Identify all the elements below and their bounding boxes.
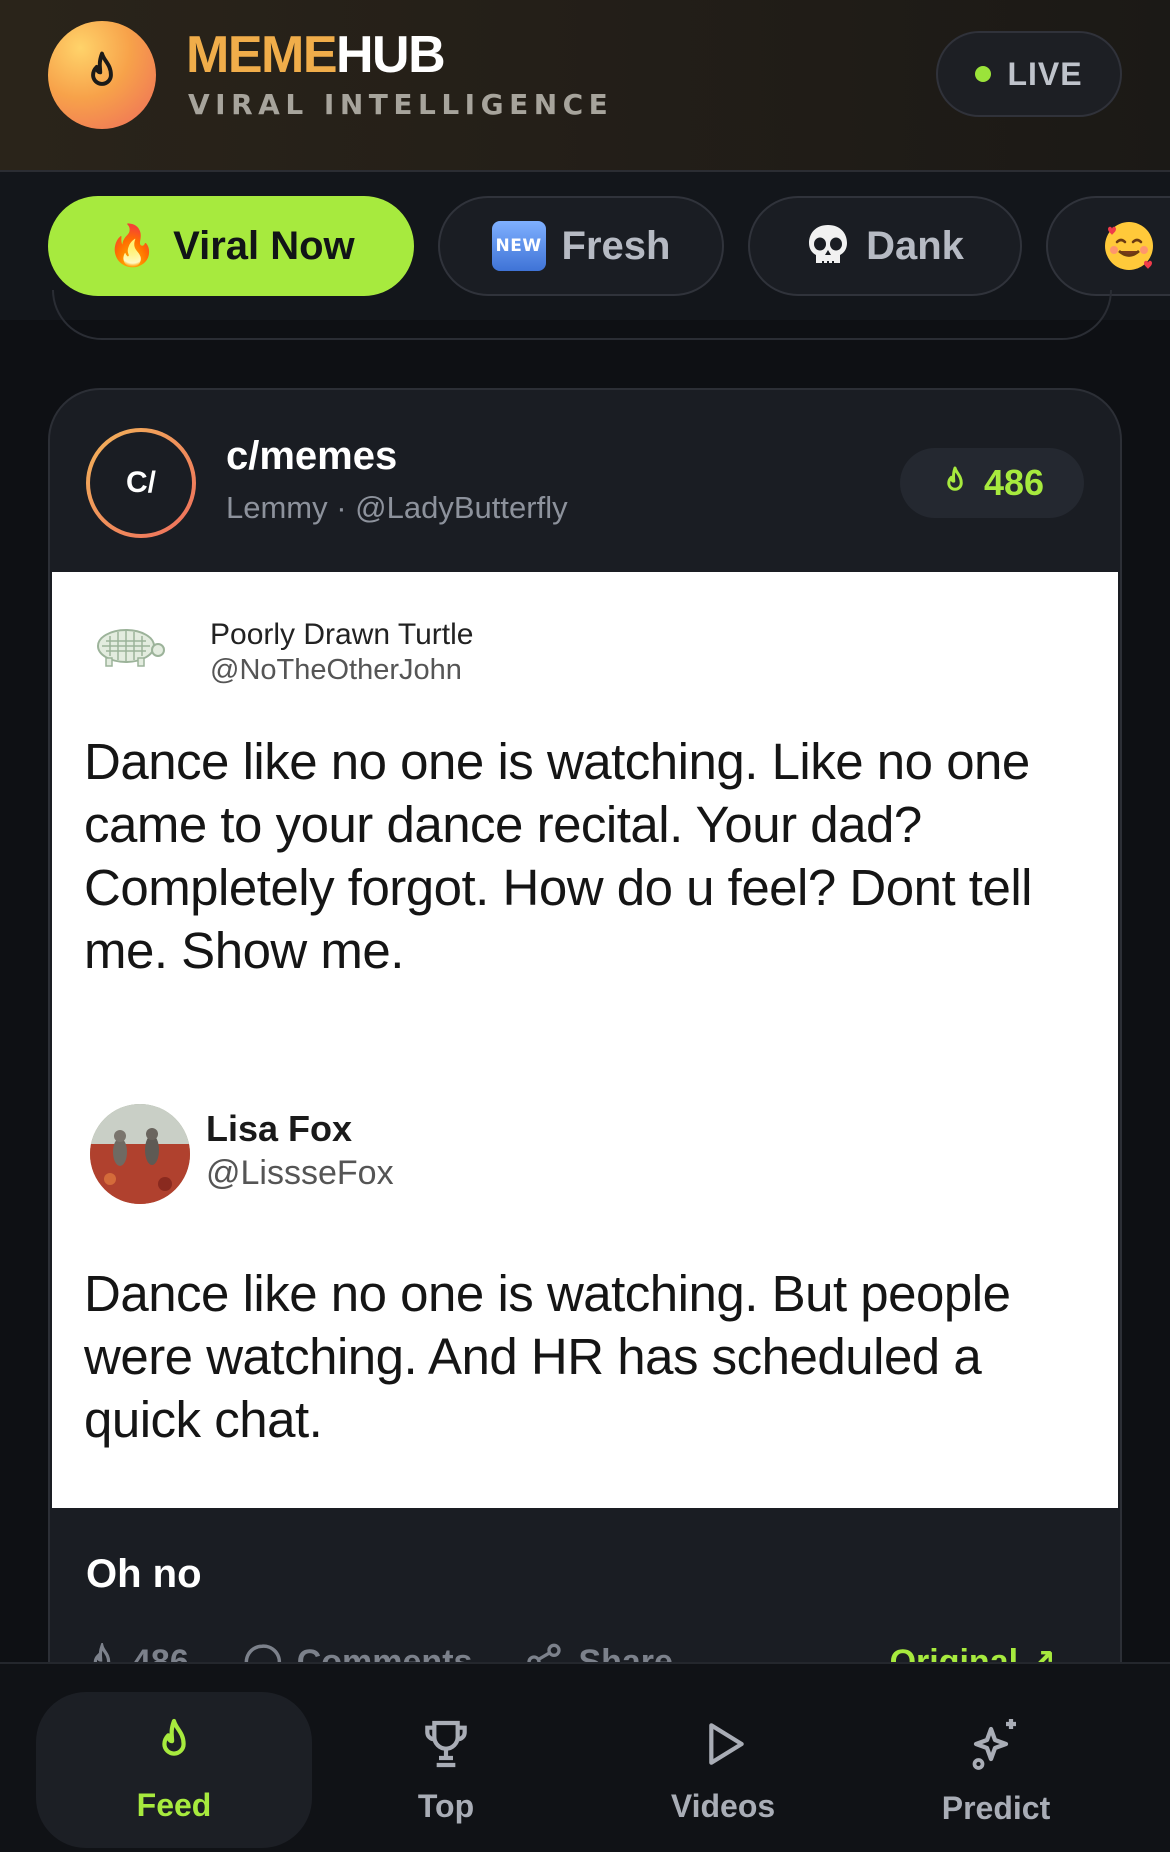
tab-viral-now[interactable]: 🔥 Viral Now bbox=[48, 196, 414, 296]
tweet2-text: Dance like no one is watching. But peopl… bbox=[84, 1265, 1011, 1448]
tweet1-author-name: Poorly Drawn Turtle bbox=[210, 618, 474, 651]
post-header: C/ c/memes Lemmy · @LadyButterfly 486 bbox=[50, 390, 1120, 572]
nav-videos[interactable]: Videos bbox=[585, 1692, 861, 1848]
live-indicator[interactable]: LIVE bbox=[936, 31, 1122, 117]
skull-icon bbox=[809, 225, 848, 267]
flame-icon bbox=[947, 466, 963, 491]
flame-icon bbox=[91, 51, 113, 86]
community-avatar-label: C/ bbox=[90, 432, 192, 534]
app-screen: MEMEHUB VIRAL INTELLIGENCE LIVE 🔥 Viral … bbox=[0, 0, 1170, 1852]
nav-top[interactable]: Top bbox=[308, 1692, 584, 1848]
tab-label: Fresh bbox=[561, 223, 671, 268]
nav-label: Videos bbox=[670, 1787, 776, 1824]
app-logo[interactable] bbox=[48, 21, 156, 129]
tweet2-author-handle: @LissseFox bbox=[206, 1154, 394, 1192]
tab-label: Dank bbox=[866, 223, 964, 268]
live-dot-icon bbox=[975, 66, 992, 82]
nav-label: Feed bbox=[136, 1786, 212, 1823]
new-badge-icon: NEW bbox=[491, 221, 546, 271]
brand-title-part2: HUB bbox=[336, 26, 446, 84]
bottom-navigation: Feed Top Videos Predict bbox=[0, 1662, 1170, 1852]
app-header: MEMEHUB VIRAL INTELLIGENCE LIVE bbox=[0, 0, 1170, 172]
score-badge: 486 bbox=[900, 448, 1084, 518]
nav-label: Predict bbox=[941, 1789, 1051, 1826]
tweet2-avatar bbox=[90, 1104, 190, 1204]
nav-feed[interactable]: Feed bbox=[36, 1692, 312, 1848]
tab-label: Viral Now bbox=[173, 223, 355, 268]
turtle-avatar-icon bbox=[97, 629, 165, 667]
flame-icon bbox=[162, 1718, 186, 1756]
trophy-icon bbox=[425, 1720, 467, 1767]
community-name[interactable]: c/memes bbox=[226, 434, 397, 479]
brand-title-part1: MEME bbox=[186, 26, 338, 84]
tab-fresh[interactable]: NEW Fresh bbox=[438, 196, 724, 296]
fire-icon: 🔥 bbox=[107, 223, 158, 269]
tweet2-author-name: Lisa Fox bbox=[206, 1108, 353, 1149]
tab-dank[interactable]: Dank bbox=[748, 196, 1022, 296]
post-card[interactable]: C/ c/memes Lemmy · @LadyButterfly 486 Po… bbox=[48, 388, 1122, 1788]
play-icon bbox=[709, 1722, 744, 1765]
previous-card-edge bbox=[52, 290, 1112, 340]
post-meta: Lemmy · @LadyButterfly bbox=[226, 490, 568, 525]
sparkles-icon bbox=[972, 1718, 1016, 1770]
meme-image[interactable]: Poorly Drawn Turtle @NoTheOtherJohn Danc… bbox=[52, 572, 1118, 1508]
tab-wholesome[interactable] bbox=[1046, 196, 1170, 296]
community-avatar[interactable]: C/ bbox=[86, 428, 196, 538]
score-value: 486 bbox=[983, 462, 1045, 503]
post-caption: Oh no bbox=[86, 1552, 202, 1596]
live-label: LIVE bbox=[1007, 55, 1083, 92]
brand-tagline: VIRAL INTELLIGENCE bbox=[188, 88, 614, 121]
nav-label: Top bbox=[417, 1787, 475, 1824]
nav-predict[interactable]: Predict bbox=[858, 1692, 1134, 1848]
tweet1-text: Dance like no one is watching. Like no o… bbox=[84, 733, 1033, 979]
tweet1-author-handle: @NoTheOtherJohn bbox=[210, 654, 462, 686]
brand-title: MEMEHUB bbox=[186, 26, 446, 84]
dogs-photo-icon bbox=[90, 1104, 190, 1204]
smiling-hearts-icon bbox=[1105, 222, 1153, 270]
